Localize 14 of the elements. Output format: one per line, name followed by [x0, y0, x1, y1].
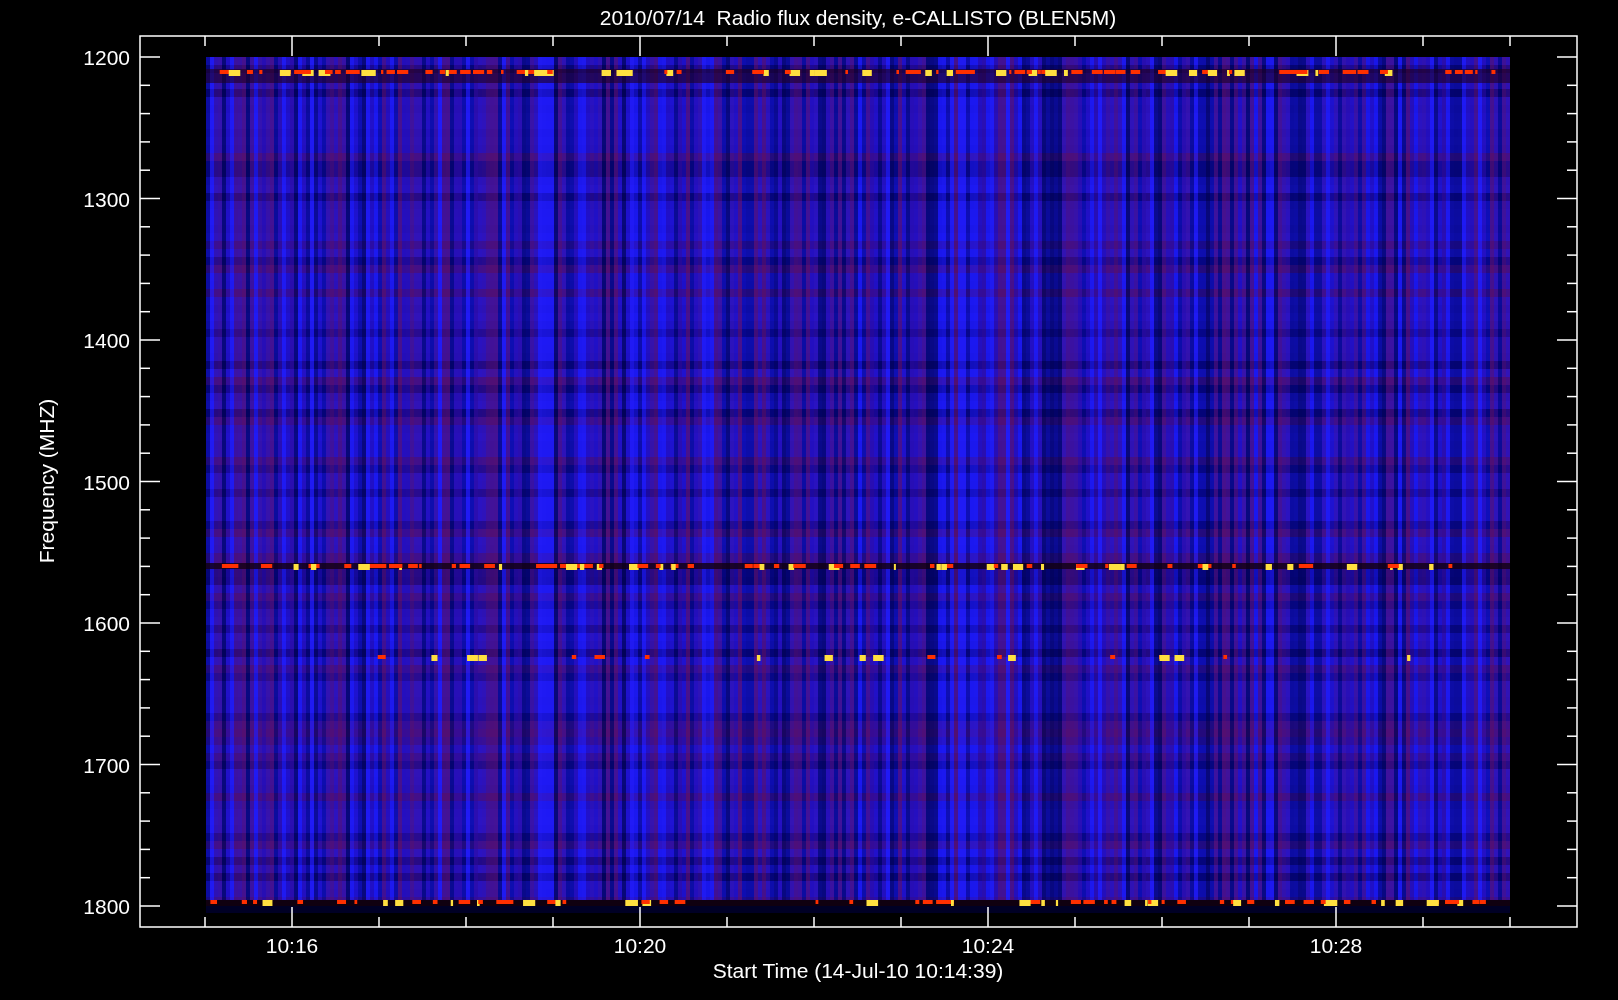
tick-label: 1600 [83, 612, 130, 635]
tick-label: 10:20 [613, 934, 667, 957]
axis-label: Start Time (14-Jul-10 10:14:39) [712, 959, 1004, 982]
tick-label: 1800 [83, 895, 130, 918]
tick-label: 10:28 [1309, 934, 1363, 957]
tick-label: 1500 [83, 470, 130, 494]
tick-label: 1400 [83, 329, 130, 352]
tick-label: 1300 [83, 187, 130, 211]
chart-title: 2010/07/14 Radio flux density, e-CALLISTO (BLEN5M) [599, 6, 1117, 29]
axis-label: Frequency (MHZ) [35, 398, 58, 564]
tick-label: 10:16 [265, 934, 319, 957]
tick-label: 10:24 [961, 934, 1015, 957]
tick-label: 1700 [83, 753, 130, 777]
tick-label: 1200 [83, 46, 130, 69]
